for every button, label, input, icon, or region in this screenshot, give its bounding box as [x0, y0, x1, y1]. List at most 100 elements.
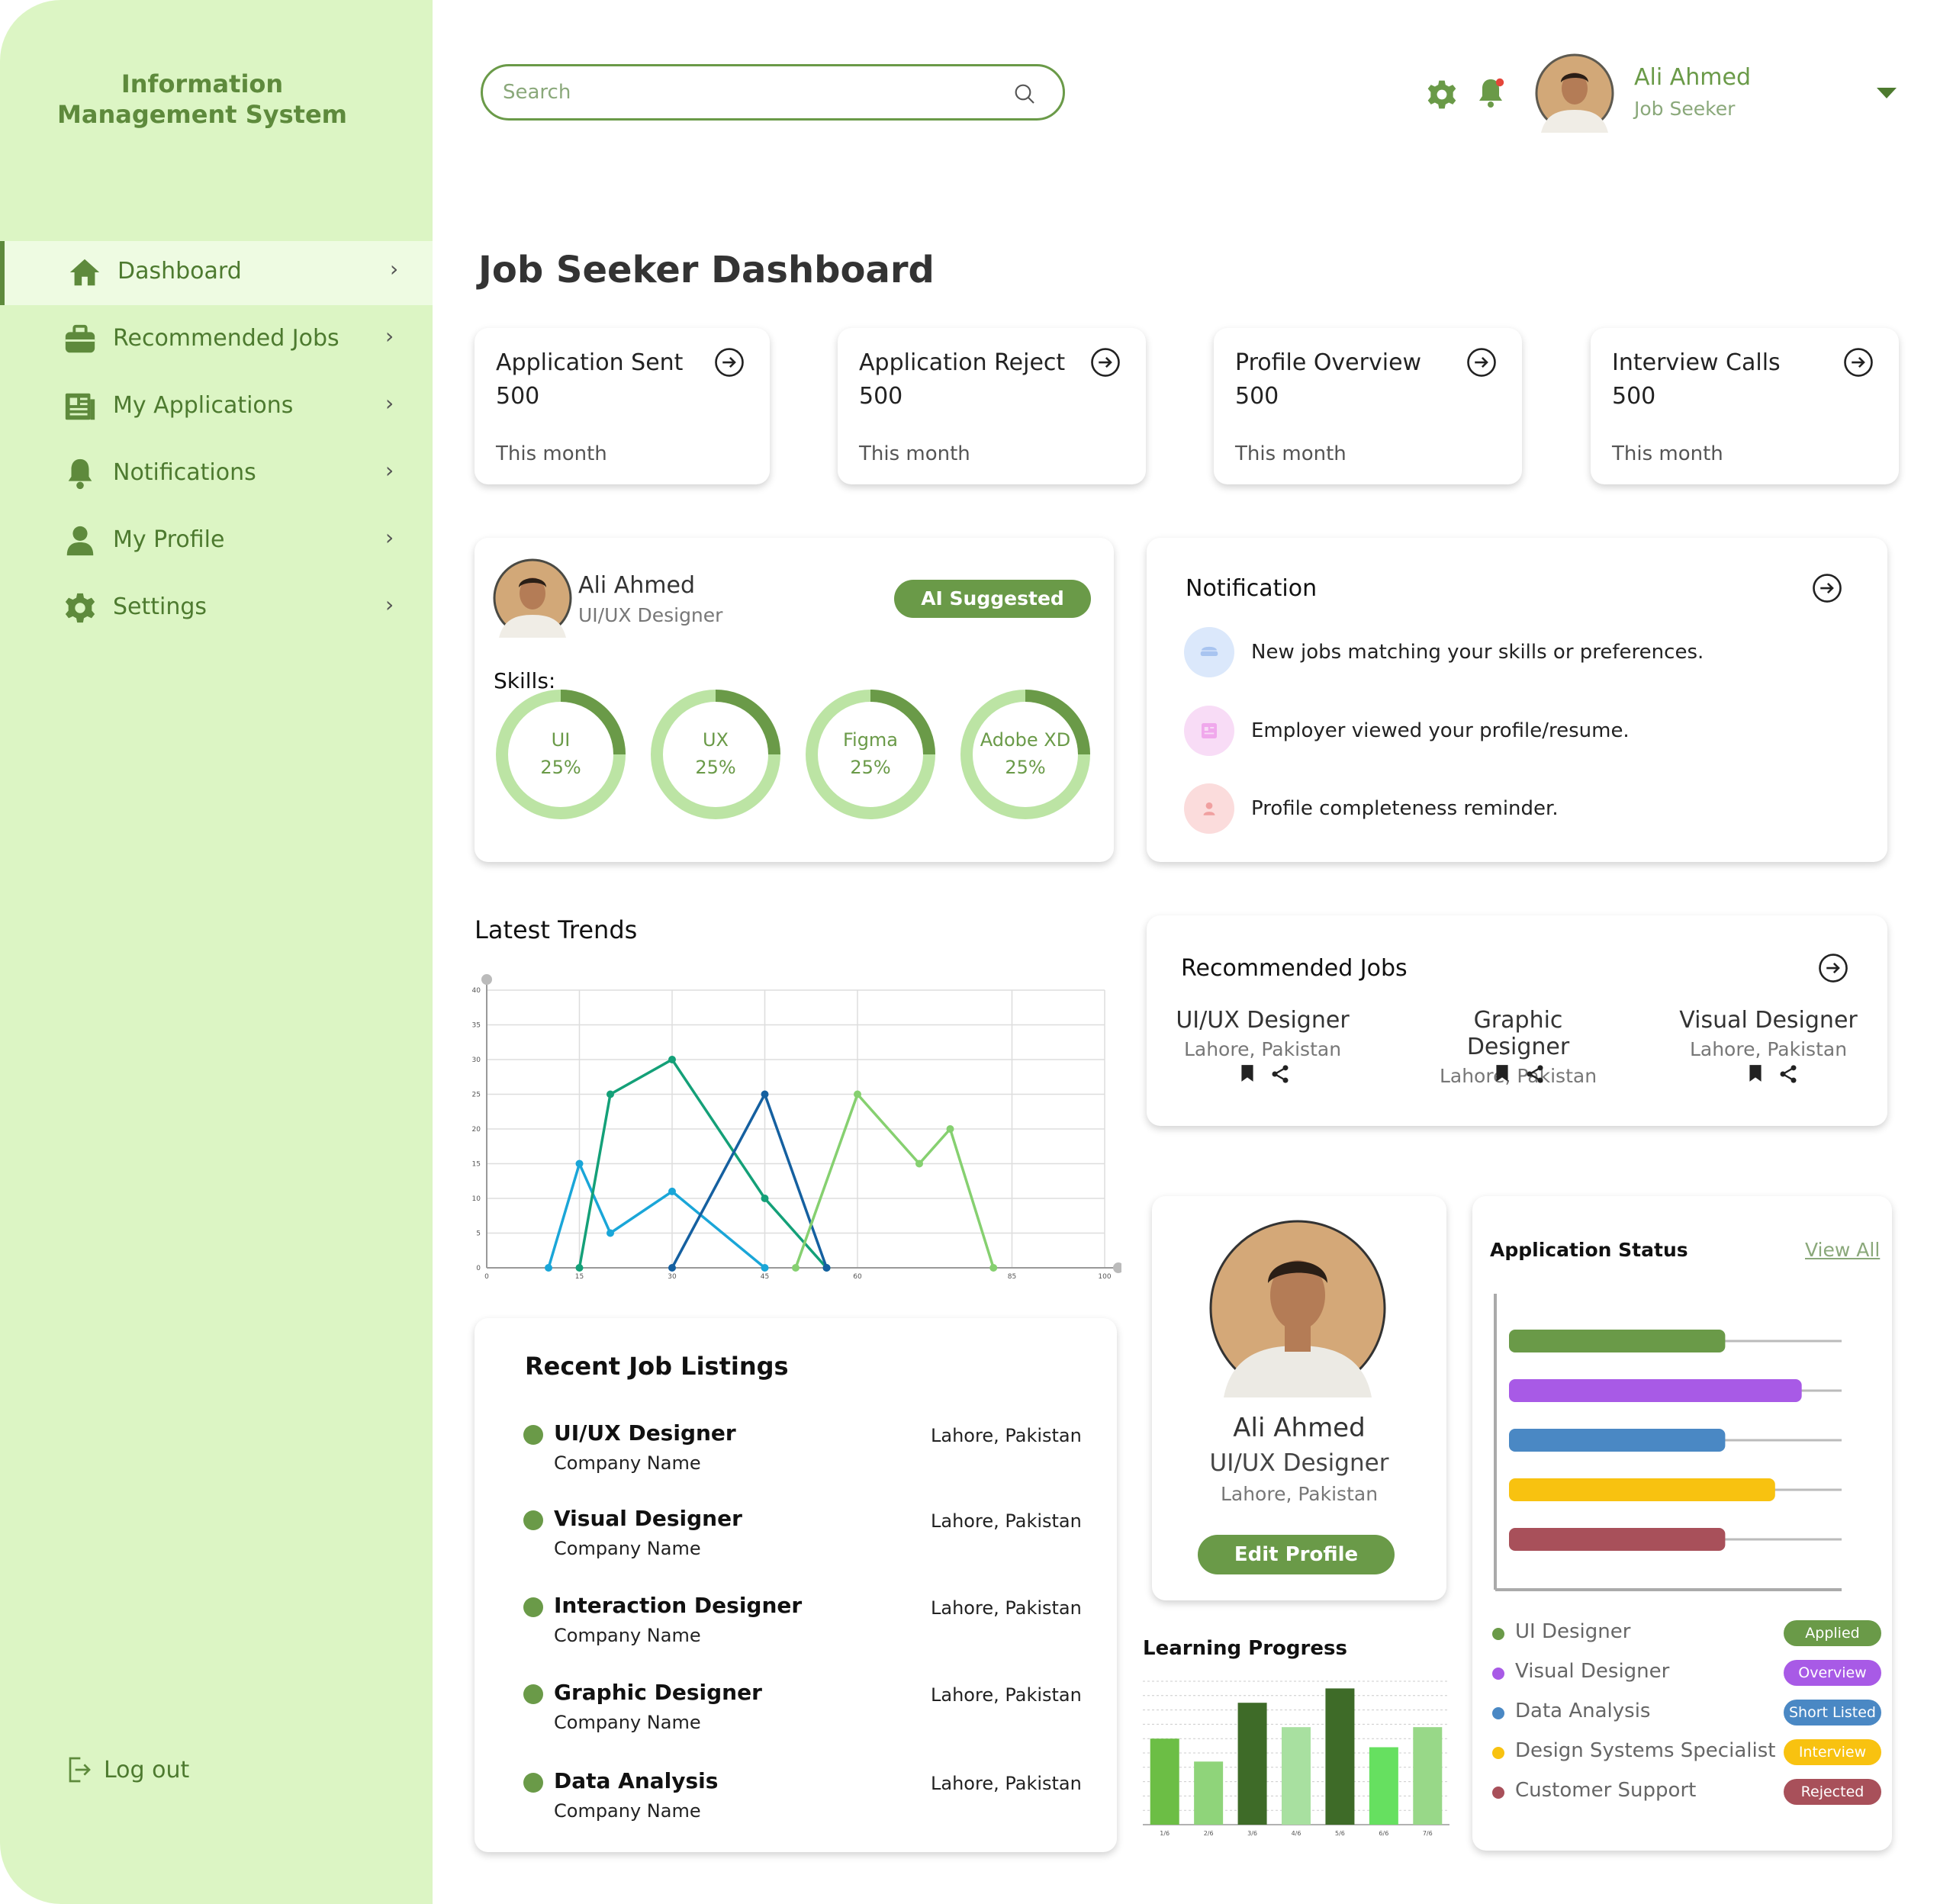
bell-notification-icon[interactable]	[1472, 75, 1509, 111]
donut-chart	[960, 690, 1090, 819]
search-bar[interactable]	[481, 64, 1065, 121]
arrow-right-circle-icon[interactable]	[1089, 346, 1121, 378]
recommended-job-item[interactable]: UI/UX Designer Lahore, Pakistan	[1163, 1007, 1362, 1060]
data-point	[575, 1159, 584, 1168]
listing-company: Company Name	[554, 1452, 701, 1474]
sidebar-item-my-profile[interactable]: My Profile ›	[0, 510, 433, 574]
sidebar-item-my-applications[interactable]: My Applications ›	[0, 375, 433, 439]
header-user-name[interactable]: Ali Ahmed	[1634, 64, 1751, 91]
sidebar-item-recommended-jobs[interactable]: Recommended Jobs ›	[0, 308, 433, 372]
notification-item[interactable]: Employer viewed your profile/resume.	[1184, 706, 1630, 756]
listing-location: Lahore, Pakistan	[931, 1684, 1082, 1706]
notification-text: New jobs matching your skills or prefere…	[1251, 641, 1704, 664]
data-point	[668, 1187, 676, 1195]
arrow-right-circle-icon[interactable]	[1811, 572, 1843, 604]
job-location: Lahore, Pakistan	[1689, 1038, 1848, 1060]
x-tick-label: 15	[575, 1273, 584, 1281]
x-tick-label: 1/6	[1160, 1830, 1170, 1837]
recommended-job-item[interactable]: Visual Designer Lahore, Pakistan	[1669, 1007, 1868, 1060]
bookmark-icon[interactable]	[1745, 1063, 1765, 1083]
stat-value: 500	[859, 383, 903, 410]
status-legend-row[interactable]: Data Analysis Short Listed	[1492, 1700, 1881, 1726]
skills-avatar	[493, 558, 572, 638]
skill-name: UX	[702, 729, 729, 751]
share-icon[interactable]	[1524, 1063, 1546, 1085]
y-tick-label: 10	[472, 1195, 481, 1203]
data-point	[761, 1264, 769, 1272]
sidebar: Information Management System Dashboard …	[0, 0, 433, 1904]
legend-name: Data Analysis	[1515, 1700, 1651, 1722]
status-dot	[523, 1684, 543, 1704]
stat-value: 500	[1235, 383, 1279, 410]
data-point	[668, 1056, 676, 1063]
search-input[interactable]	[503, 81, 991, 104]
share-icon[interactable]	[1269, 1063, 1291, 1085]
latest-trends-chart: 0 5 10 15 20 25 30 35 40 0 15 30 45 60 85 100	[472, 974, 1121, 1281]
legend-name: Customer Support	[1515, 1779, 1697, 1802]
listing-title: Interaction Designer	[554, 1593, 803, 1618]
listing-company: Company Name	[554, 1538, 701, 1559]
logout-button[interactable]: Log out	[63, 1754, 189, 1785]
listing-company: Company Name	[554, 1800, 701, 1822]
stat-period: This month	[1612, 442, 1723, 465]
person-icon	[1184, 783, 1234, 834]
stat-card-interview-calls[interactable]: Interview Calls 500 This month	[1591, 328, 1899, 484]
arrow-right-circle-icon[interactable]	[1817, 952, 1849, 984]
skill-name: Figma	[842, 729, 899, 751]
bookmark-icon[interactable]	[1237, 1063, 1257, 1083]
stat-card-application-reject[interactable]: Application Reject 500 This month	[838, 328, 1146, 484]
arrow-right-circle-icon[interactable]	[1842, 346, 1874, 378]
edit-profile-button[interactable]: Edit Profile	[1198, 1535, 1395, 1574]
data-point	[822, 1264, 831, 1272]
status-legend-row[interactable]: Visual Designer Overview	[1492, 1660, 1881, 1686]
notification-item[interactable]: Profile completeness reminder.	[1184, 783, 1559, 834]
stat-card-application-sent[interactable]: Application Sent 500 This month	[475, 328, 770, 484]
status-legend-row[interactable]: Customer Support Rejected	[1492, 1779, 1881, 1805]
data-point	[545, 1264, 552, 1272]
bar	[1413, 1727, 1443, 1825]
x-tick-label: 30	[668, 1273, 677, 1281]
stat-period: This month	[1235, 442, 1347, 465]
status-badge: Interview	[1784, 1739, 1881, 1765]
settings-gear-icon[interactable]	[1425, 78, 1459, 111]
header-avatar[interactable]	[1535, 53, 1614, 133]
notification-item[interactable]: New jobs matching your skills or prefere…	[1184, 627, 1704, 677]
recommended-title: Recommended Jobs	[1181, 955, 1408, 982]
bookmark-icon[interactable]	[1492, 1063, 1512, 1083]
caret-down-icon[interactable]	[1875, 85, 1898, 101]
skill-percent: 25%	[695, 757, 736, 778]
x-tick-label: 85	[1008, 1273, 1016, 1281]
recommended-job-item[interactable]: Graphic Designer Lahore, Pakistan	[1419, 1007, 1617, 1087]
donut-chart	[651, 690, 780, 819]
listing-location: Lahore, Pakistan	[931, 1510, 1082, 1532]
axis-end-dot	[1113, 1262, 1121, 1273]
skill-percent: 25%	[540, 757, 581, 778]
application-status-chart	[1494, 1294, 1842, 1591]
share-icon[interactable]	[1778, 1063, 1799, 1085]
arrow-right-circle-icon[interactable]	[713, 346, 745, 378]
status-badge: Rejected	[1784, 1779, 1881, 1805]
y-tick-label: 25	[472, 1092, 481, 1099]
sidebar-item-label: Settings	[113, 593, 208, 620]
status-legend-row[interactable]: Design Systems Specialist Interview	[1492, 1739, 1881, 1765]
logout-icon	[69, 1757, 91, 1783]
view-all-link[interactable]: View All	[1805, 1239, 1880, 1261]
skills-user-role: UI/UX Designer	[578, 604, 723, 626]
y-tick-label: 20	[472, 1126, 481, 1134]
job-title: UI/UX Designer	[1176, 1007, 1350, 1034]
data-point	[854, 1090, 861, 1098]
sidebar-item-settings[interactable]: Settings ›	[0, 577, 433, 641]
sidebar-item-label: Notifications	[113, 459, 256, 486]
y-tick-label: 30	[472, 1057, 481, 1064]
search-icon[interactable]	[1012, 82, 1037, 106]
profile-photo	[1209, 1220, 1386, 1397]
status-title: Application Status	[1490, 1239, 1688, 1261]
sidebar-item-dashboard[interactable]: Dashboard ›	[0, 241, 433, 305]
arrow-right-circle-icon[interactable]	[1466, 346, 1498, 378]
stat-title: Interview Calls	[1612, 349, 1781, 376]
stat-card-profile-overview[interactable]: Profile Overview 500 This month	[1214, 328, 1522, 484]
profile-role: UI/UX Designer	[1209, 1449, 1389, 1477]
status-legend-row[interactable]: UI Designer Applied	[1492, 1620, 1881, 1646]
sidebar-item-notifications[interactable]: Notifications ›	[0, 442, 433, 507]
hat-icon	[1184, 627, 1234, 677]
